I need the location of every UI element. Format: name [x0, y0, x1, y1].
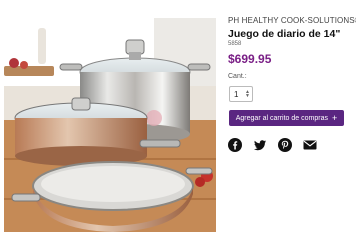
facebook-icon[interactable] [228, 138, 242, 152]
product-price: $699.95 [228, 52, 272, 66]
add-to-cart-label: Agregar al carrito de compras [235, 114, 328, 122]
add-to-cart-button[interactable]: Agregar al carrito de compras + [229, 110, 344, 126]
product-info: PH HEALTHY COOK-SOLUTIONS® Juego de diar… [228, 16, 356, 66]
product-sku: 5858 [228, 41, 242, 47]
brand-name[interactable]: PH HEALTHY COOK-SOLUTIONS® [228, 16, 356, 25]
quantity-label: Cant.: [228, 73, 247, 80]
plus-icon: + [331, 113, 338, 123]
share-icons [228, 138, 317, 152]
stepper-arrows-icon: ▲ ▼ [245, 89, 250, 99]
product-title: Juego de diario de 14" [228, 28, 341, 40]
pinterest-icon[interactable] [278, 138, 292, 152]
quantity-select[interactable]: 1 ▲ ▼ [229, 86, 253, 102]
product-image[interactable] [4, 18, 216, 232]
email-icon[interactable] [303, 138, 317, 152]
twitter-icon[interactable] [253, 138, 267, 152]
quantity-value: 1 [234, 89, 239, 99]
